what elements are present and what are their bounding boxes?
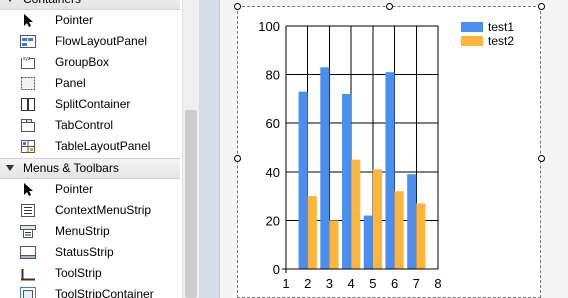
toolstripcontainer-icon [20,287,36,298]
resize-handle[interactable] [537,2,545,10]
resize-handle[interactable] [233,154,241,162]
x-tick-label: 4 [348,276,355,291]
toolbox-item-label: StatusStrip [55,245,114,259]
toolbox-panel: Containers Pointer FlowLayoutPanel xyz Group… [0,0,199,298]
svg-text:xyz: xyz [23,56,31,62]
statusstrip-icon [20,245,36,260]
tabcontrol-icon [20,118,36,133]
splitcontainer-icon [20,97,36,112]
toolbox-item[interactable]: StatusStrip [0,242,182,263]
x-tick-label: 3 [326,276,333,291]
resize-handle[interactable] [537,154,545,162]
toolbox-item[interactable]: Pointer [0,10,182,31]
toolbox-item-label: MenuStrip [55,224,110,238]
legend-swatch [461,22,483,32]
resize-handle[interactable] [233,2,241,10]
x-tick-label: 7 [413,276,420,291]
toolbox-item[interactable]: FlowLayoutPanel [0,31,182,52]
chart-canvas: 0 20 40 60 80 100 1 2 3 4 5 6 7 8 test1test2 [258,19,514,291]
chart-control[interactable]: 0 20 40 60 80 100 1 2 3 4 5 6 7 8 test1 test2 [237,6,541,298]
toolbox-category-label: Menus & Toolbars [23,161,119,175]
toolbox-category-header[interactable]: Containers [0,0,180,10]
x-tick-label: 8 [434,276,441,291]
chart-bar-test1 [320,67,330,269]
toolbox-item[interactable]: ToolStripContainer [0,284,182,298]
panel-icon [20,76,36,91]
y-tick-label: 0 [273,262,280,277]
x-tick-label: 1 [282,276,289,291]
chart-bar-test1 [298,91,308,269]
chart-bar-test2 [416,203,426,269]
pointer-icon [20,13,36,28]
y-tick-label: 80 [266,68,280,83]
toolbox-item-label: Pointer [55,182,94,196]
legend-label: test2 [488,34,514,48]
toolbox-item[interactable]: TableLayoutPanel [0,136,182,157]
legend-label: test1 [488,20,514,34]
toolbox-item-label: ToolStrip [55,266,102,280]
x-tick-label: 5 [369,276,376,291]
toolbox-item-label: SplitContainer [55,97,131,111]
toolbox-category-label: Containers [23,0,81,6]
toolbox-item-label: Pointer [55,13,94,27]
toolbox-item[interactable]: xyz GroupBox [0,52,182,73]
toolbox-category-header[interactable]: Menus & Toolbars [0,158,180,179]
y-tick-label: 100 [258,19,280,34]
y-tick-label: 60 [266,116,280,131]
chart-bar-test2 [351,159,361,269]
y-tick-label: 40 [266,165,280,180]
x-tick-label: 6 [391,276,398,291]
toolbox-item[interactable]: ContextMenuStrip [0,200,182,221]
menustrip-icon [20,224,36,239]
toolbox-item-label: ContextMenuStrip [55,203,152,217]
panel-splitter[interactable] [199,0,219,298]
toolbox-item[interactable]: Pointer [0,179,182,200]
toolbox-item-label: FlowLayoutPanel [55,34,148,48]
toolbox-item-label: Panel [55,76,86,90]
chart-bar-test2 [307,196,317,269]
tablelayoutpanel-icon [20,139,36,154]
toolbox-scrollbar-thumb[interactable] [185,110,197,298]
chart-bar-test1 [385,72,395,269]
toolbox-item[interactable]: ToolStrip [0,263,182,284]
chart-bar-test2 [394,191,404,269]
toolbox-item-label: ToolStripContainer [55,287,154,298]
chart-bar-test2 [372,169,382,269]
pointer-icon [20,182,36,197]
toolbox-item-label: GroupBox [55,55,110,69]
legend-swatch [461,36,483,46]
chart-bar-test1 [342,94,352,269]
chart-bar-test1 [363,215,373,269]
x-tick-label: 2 [304,276,311,291]
toolbox-item[interactable]: MenuStrip [0,221,182,242]
groupbox-icon: xyz [20,55,36,70]
toolbox-item-label: TableLayoutPanel [55,139,151,153]
expand-arrow-icon [6,165,14,171]
contextmenustrip-icon [20,203,36,218]
y-tick-label: 20 [266,213,280,228]
toolbox-item[interactable]: SplitContainer [0,94,182,115]
toolbox-item[interactable]: TabControl [0,115,182,136]
toolbox-item[interactable]: Panel [0,73,182,94]
toolbox-item-label: TabControl [55,118,114,132]
flowlayoutpanel-icon [20,34,36,49]
resize-handle[interactable] [385,2,393,10]
expand-arrow-icon [6,0,14,2]
chart-bar-test2 [329,220,339,269]
toolbox-scrollbar[interactable] [182,0,199,298]
chart-bar-test1 [407,174,417,269]
toolstrip-icon [20,266,36,281]
